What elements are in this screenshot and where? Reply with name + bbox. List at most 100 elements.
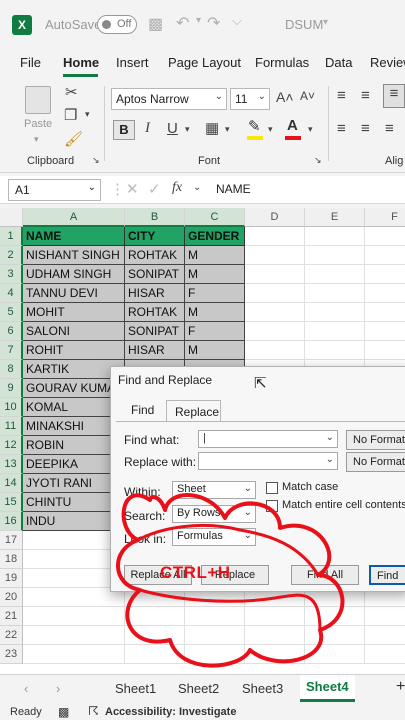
title-dropdown-icon[interactable]: ▾ [323, 17, 328, 28]
fill-color-icon[interactable]: ✎ [248, 117, 261, 135]
row-header-8[interactable]: 8 [0, 360, 23, 379]
font-color-dropdown-icon[interactable]: ▾ [308, 124, 313, 135]
row-header-9[interactable]: 9 [0, 379, 23, 398]
sheet-tab-1[interactable]: Sheet1 [115, 681, 156, 696]
table-cell[interactable]: SONIPAT [125, 322, 185, 341]
font-color-icon[interactable]: A [287, 117, 298, 134]
row-header-23[interactable]: 23 [0, 645, 23, 664]
formula-dropdown-icon[interactable]: ⌄ [193, 182, 201, 193]
table-cell[interactable]: MOHIT [23, 303, 125, 322]
row-header-21[interactable]: 21 [0, 607, 23, 626]
empty-cell[interactable] [365, 322, 405, 341]
empty-cell[interactable] [125, 626, 185, 645]
table-cell[interactable]: M [185, 265, 245, 284]
row-header-22[interactable]: 22 [0, 626, 23, 645]
tab-replace[interactable]: Replace [166, 400, 221, 422]
match-entire-checkbox[interactable] [266, 500, 278, 512]
row-header-15[interactable]: 15 [0, 493, 23, 512]
empty-cell[interactable] [305, 322, 365, 341]
row-header-7[interactable]: 7 [0, 341, 23, 360]
font-name-select[interactable]: Aptos Narrow ⌄ [111, 88, 227, 110]
align-bottom-icon[interactable]: ≡ [383, 84, 405, 108]
row-header-12[interactable]: 12 [0, 436, 23, 455]
row-header-14[interactable]: 14 [0, 474, 23, 493]
table-cell[interactable]: SONIPAT [125, 265, 185, 284]
find-all-button[interactable]: Find All [291, 565, 359, 585]
autosave-toggle[interactable]: Off [97, 15, 137, 34]
empty-cell[interactable] [245, 607, 305, 626]
macro-record-icon[interactable]: ▩ [58, 705, 69, 719]
table-cell[interactable]: F [185, 284, 245, 303]
column-header-c[interactable]: C [185, 208, 245, 227]
row-header-13[interactable]: 13 [0, 455, 23, 474]
enter-icon[interactable]: ✓ [148, 180, 161, 198]
row-header-5[interactable]: 5 [0, 303, 23, 322]
tab-find[interactable]: Find [131, 403, 154, 417]
empty-cell[interactable] [305, 645, 365, 664]
empty-cell[interactable] [305, 341, 365, 360]
accessibility-status[interactable]: Accessibility: Investigate [105, 706, 236, 718]
empty-cell[interactable] [365, 284, 405, 303]
table-cell[interactable]: UDHAM SINGH [23, 265, 125, 284]
copy-icon[interactable]: ❐ [64, 106, 77, 124]
column-header-e[interactable]: E [305, 208, 365, 227]
formula-more-icon[interactable]: ⋮ [110, 180, 125, 198]
redo-icon[interactable]: ↷ [207, 13, 220, 33]
tab-review[interactable]: Review [370, 55, 405, 70]
empty-cell[interactable] [305, 626, 365, 645]
table-cell[interactable]: HISAR [125, 284, 185, 303]
increase-font-icon[interactable]: A˄ [276, 89, 294, 105]
formula-input[interactable]: NAME [216, 182, 251, 196]
accessibility-icon[interactable]: ☈ [88, 704, 99, 718]
empty-cell[interactable] [365, 341, 405, 360]
row-header-6[interactable]: 6 [0, 322, 23, 341]
fill-dropdown-icon[interactable]: ▾ [268, 124, 273, 135]
empty-cell[interactable] [305, 284, 365, 303]
empty-cell[interactable] [23, 626, 125, 645]
paste-label[interactable]: Paste [24, 118, 52, 130]
prev-sheet-icon[interactable]: ‹ [24, 681, 28, 696]
table-cell[interactable]: ROHIT [23, 341, 125, 360]
empty-cell[interactable] [185, 626, 245, 645]
empty-cell[interactable] [365, 607, 405, 626]
row-header-16[interactable]: 16 [0, 512, 23, 531]
sheet-tab-4[interactable]: Sheet4 [300, 675, 355, 702]
empty-cell[interactable] [245, 265, 305, 284]
cut-icon[interactable]: ✂ [65, 83, 78, 101]
clipboard-launcher-icon[interactable]: ↘ [92, 155, 100, 166]
align-top-icon[interactable]: ≡ [337, 87, 346, 104]
row-header-20[interactable]: 20 [0, 588, 23, 607]
within-select[interactable]: Sheet ⌄ [172, 481, 256, 499]
empty-cell[interactable] [23, 607, 125, 626]
tab-data[interactable]: Data [325, 55, 352, 70]
paste-dropdown-icon[interactable]: ▾ [34, 134, 39, 145]
empty-cell[interactable] [305, 227, 365, 246]
table-cell[interactable]: ROHTAK [125, 246, 185, 265]
underline-dropdown-icon[interactable]: ▾ [185, 124, 190, 135]
row-header-3[interactable]: 3 [0, 265, 23, 284]
table-cell[interactable]: ROHTAK [125, 303, 185, 322]
empty-cell[interactable] [23, 645, 125, 664]
empty-cell[interactable] [305, 265, 365, 284]
format-painter-icon[interactable]: 🖌 [64, 130, 83, 148]
column-header-d[interactable]: D [245, 208, 305, 227]
select-all-corner[interactable] [0, 208, 23, 227]
empty-cell[interactable] [125, 645, 185, 664]
row-header-10[interactable]: 10 [0, 398, 23, 417]
column-header-b[interactable]: B [125, 208, 185, 227]
table-cell[interactable]: M [185, 246, 245, 265]
tab-page-layout[interactable]: Page Layout [168, 55, 241, 70]
table-header-cell[interactable]: NAME [23, 227, 125, 246]
align-left-icon[interactable]: ≡ [337, 120, 346, 137]
empty-cell[interactable] [365, 246, 405, 265]
empty-cell[interactable] [365, 303, 405, 322]
next-sheet-icon[interactable]: › [56, 681, 60, 696]
empty-cell[interactable] [245, 246, 305, 265]
empty-cell[interactable] [365, 227, 405, 246]
row-header-19[interactable]: 19 [0, 569, 23, 588]
font-size-select[interactable]: 11 ⌄ [230, 88, 270, 110]
tab-file[interactable]: File [20, 55, 41, 70]
table-cell[interactable]: SALONI [23, 322, 125, 341]
tab-insert[interactable]: Insert [116, 55, 149, 70]
bold-button[interactable]: B [113, 120, 135, 140]
